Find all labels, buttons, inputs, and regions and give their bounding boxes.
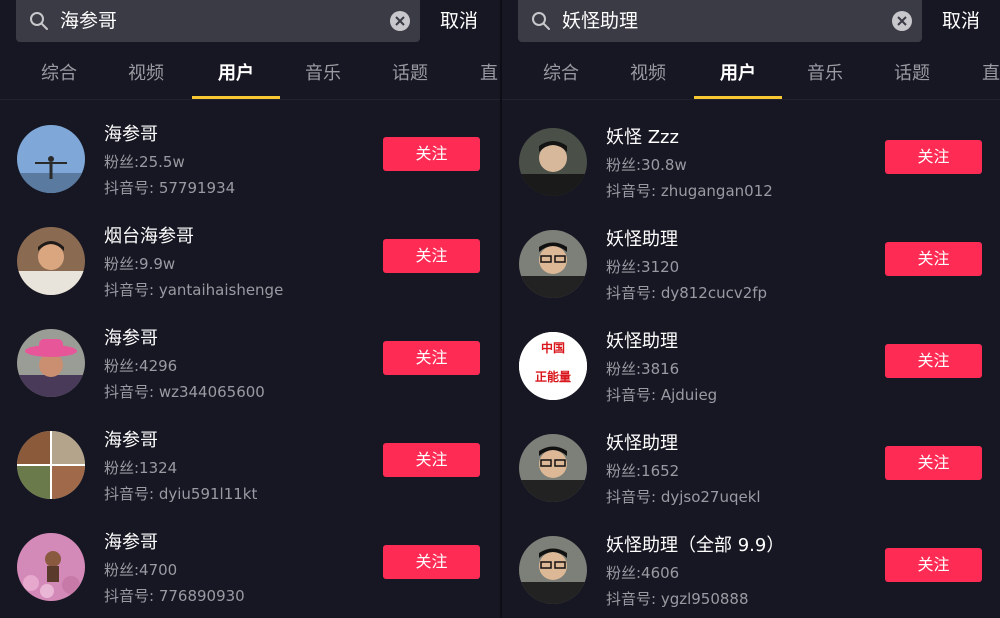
follow-button[interactable]: 关注 bbox=[383, 341, 480, 375]
tab-users[interactable]: 用户 bbox=[720, 62, 756, 86]
user-name: 妖怪 Zzz bbox=[606, 127, 679, 148]
user-name: 烟台海参哥 bbox=[104, 226, 194, 247]
follower-count: 粉丝:4606 bbox=[606, 564, 680, 582]
douyin-id: 抖音号: Ajduieg bbox=[606, 386, 718, 404]
user-name: 海参哥 bbox=[104, 430, 158, 451]
douyin-id: 抖音号: 57791934 bbox=[104, 179, 236, 197]
follower-count: 粉丝:4296 bbox=[104, 357, 178, 375]
tab-music[interactable]: 音乐 bbox=[807, 62, 843, 86]
follower-count: 粉丝:3120 bbox=[606, 258, 680, 276]
douyin-id: 抖音号: yantaihaishenge bbox=[104, 281, 284, 299]
user-name: 妖怪助理 bbox=[606, 229, 678, 250]
avatar[interactable] bbox=[17, 431, 85, 499]
avatar-text-china: 中国 bbox=[541, 340, 565, 355]
cancel-button[interactable]: 取消 bbox=[942, 9, 980, 33]
avatar[interactable] bbox=[519, 434, 587, 502]
follower-count: 粉丝:9.9w bbox=[104, 255, 176, 273]
follower-count: 粉丝:1324 bbox=[104, 459, 178, 477]
follower-count: 粉丝:25.5w bbox=[104, 153, 185, 171]
tab-live[interactable]: 直 bbox=[982, 62, 1000, 86]
tab-general[interactable]: 综合 bbox=[41, 62, 77, 86]
tab-topics[interactable]: 话题 bbox=[894, 62, 930, 86]
search-bar[interactable]: 海参哥 bbox=[16, 0, 420, 42]
douyin-id: 抖音号: dy812cucv2fp bbox=[606, 284, 768, 302]
search-input[interactable]: 海参哥 bbox=[60, 8, 117, 34]
tab-video[interactable]: 视频 bbox=[128, 62, 164, 86]
follow-button[interactable]: 关注 bbox=[383, 545, 480, 579]
clear-icon[interactable] bbox=[892, 11, 912, 31]
follow-button[interactable]: 关注 bbox=[383, 443, 480, 477]
search-icon bbox=[30, 12, 48, 30]
user-name: 妖怪助理 bbox=[606, 331, 678, 352]
user-list-item[interactable]: 妖怪助理（全部 9.9） 粉丝:4606 抖音号: ygzl950888 关注 bbox=[502, 535, 1000, 618]
avatar[interactable] bbox=[519, 536, 587, 604]
user-name: 妖怪助理（全部 9.9） bbox=[606, 535, 785, 556]
tab-live[interactable]: 直 bbox=[480, 62, 498, 86]
douyin-id: 抖音号: 776890930 bbox=[104, 587, 245, 605]
follower-count: 粉丝:1652 bbox=[606, 462, 680, 480]
user-list-item[interactable]: 烟台海参哥 粉丝:9.9w 抖音号: yantaihaishenge 关注 bbox=[0, 226, 500, 327]
tab-music[interactable]: 音乐 bbox=[305, 62, 341, 86]
follow-button[interactable]: 关注 bbox=[885, 446, 982, 480]
avatar-text-positive-energy: 正能量 bbox=[535, 369, 571, 384]
avatar[interactable] bbox=[17, 125, 85, 193]
avatar[interactable] bbox=[17, 227, 85, 295]
avatar[interactable] bbox=[519, 230, 587, 298]
search-results-panel-right: 妖怪助理 取消 综合 视频 用户 音乐 话题 直 妖怪 Zzz 粉丝:30.8w… bbox=[502, 0, 1000, 618]
tab-users[interactable]: 用户 bbox=[218, 62, 254, 86]
cancel-button[interactable]: 取消 bbox=[440, 9, 478, 33]
douyin-id: 抖音号: zhugangan012 bbox=[606, 182, 773, 200]
douyin-id: 抖音号: wz344065600 bbox=[104, 383, 265, 401]
user-list-item[interactable]: 妖怪 Zzz 粉丝:30.8w 抖音号: zhugangan012 关注 bbox=[502, 127, 1000, 228]
search-results-panel-left: 海参哥 取消 综合 视频 用户 音乐 话题 直 海参哥 粉丝:25.5w 抖音号… bbox=[0, 0, 500, 618]
follow-button[interactable]: 关注 bbox=[885, 548, 982, 582]
user-list-item[interactable]: 妖怪助理 粉丝:1652 抖音号: dyjso27uqekl 关注 bbox=[502, 433, 1000, 534]
tab-bar: 综合 视频 用户 音乐 话题 直 bbox=[502, 56, 1000, 98]
search-icon bbox=[532, 12, 550, 30]
divider bbox=[502, 99, 1000, 100]
douyin-id: 抖音号: ygzl950888 bbox=[606, 590, 749, 608]
user-name: 海参哥 bbox=[104, 328, 158, 349]
user-list-item[interactable]: 中国 正能量 妖怪助理 粉丝:3816 抖音号: Ajduieg 关注 bbox=[502, 331, 1000, 432]
tab-video[interactable]: 视频 bbox=[630, 62, 666, 86]
user-list-item[interactable]: 海参哥 粉丝:4296 抖音号: wz344065600 关注 bbox=[0, 328, 500, 429]
follow-button[interactable]: 关注 bbox=[885, 140, 982, 174]
follow-button[interactable]: 关注 bbox=[885, 344, 982, 378]
user-name: 海参哥 bbox=[104, 532, 158, 553]
user-list-item[interactable]: 海参哥 粉丝:25.5w 抖音号: 57791934 关注 bbox=[0, 124, 500, 225]
search-bar[interactable]: 妖怪助理 bbox=[518, 0, 922, 42]
douyin-id: 抖音号: dyjso27uqekl bbox=[606, 488, 761, 506]
clear-icon[interactable] bbox=[390, 11, 410, 31]
follower-count: 粉丝:4700 bbox=[104, 561, 178, 579]
avatar[interactable]: 中国 正能量 bbox=[519, 332, 587, 400]
user-list-item[interactable]: 海参哥 粉丝:4700 抖音号: 776890930 关注 bbox=[0, 532, 500, 618]
search-input[interactable]: 妖怪助理 bbox=[562, 8, 638, 34]
follower-count: 粉丝:30.8w bbox=[606, 156, 687, 174]
follower-count: 粉丝:3816 bbox=[606, 360, 680, 378]
tab-topics[interactable]: 话题 bbox=[392, 62, 428, 86]
user-list-item[interactable]: 海参哥 粉丝:1324 抖音号: dyiu591l11kt 关注 bbox=[0, 430, 500, 531]
avatar[interactable] bbox=[17, 533, 85, 601]
follow-button[interactable]: 关注 bbox=[383, 137, 480, 171]
tab-bar: 综合 视频 用户 音乐 话题 直 bbox=[0, 56, 500, 98]
follow-button[interactable]: 关注 bbox=[383, 239, 480, 273]
douyin-id: 抖音号: dyiu591l11kt bbox=[104, 485, 258, 503]
avatar[interactable] bbox=[519, 128, 587, 196]
follow-button[interactable]: 关注 bbox=[885, 242, 982, 276]
user-name: 海参哥 bbox=[104, 124, 158, 145]
user-name: 妖怪助理 bbox=[606, 433, 678, 454]
divider bbox=[0, 99, 500, 100]
tab-general[interactable]: 综合 bbox=[543, 62, 579, 86]
user-list-item[interactable]: 妖怪助理 粉丝:3120 抖音号: dy812cucv2fp 关注 bbox=[502, 229, 1000, 330]
avatar[interactable] bbox=[17, 329, 85, 397]
